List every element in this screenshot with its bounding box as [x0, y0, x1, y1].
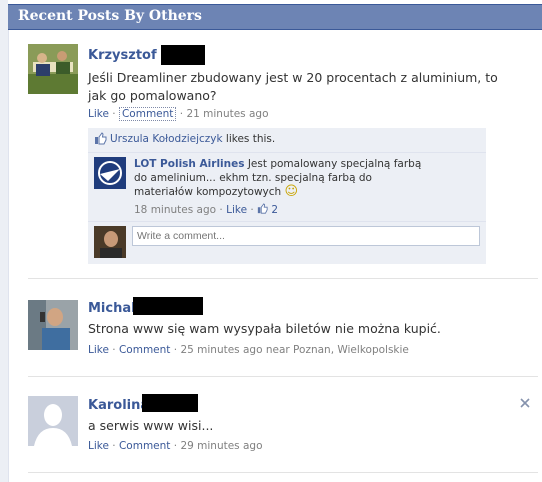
redaction-bar — [142, 394, 198, 412]
avatar[interactable] — [28, 300, 78, 350]
post-divider — [28, 472, 538, 473]
post-message: a serwis www wisi... — [88, 418, 214, 433]
smiley-icon: ☺ — [284, 184, 299, 199]
like-link[interactable]: Like — [88, 344, 109, 356]
post-timestamp: 29 minutes ago — [180, 440, 263, 452]
reply-like-count[interactable]: 2 — [271, 204, 278, 216]
post-message: Strona www się wam wysypała biletów nie … — [88, 321, 441, 336]
reply-body: LOT Polish Airlines Jest pomalowany spec… — [134, 157, 434, 199]
post-karolina: Karolina a serwis www wisi... Like · Com… — [8, 376, 542, 476]
post-timestamp: 25 minutes ago near Poznan, Wielkopolski… — [180, 344, 409, 356]
post-timestamp: 21 minutes ago — [186, 108, 269, 120]
viewer-avatar — [94, 226, 126, 258]
liker-name[interactable]: Urszula Kołodziejczyk — [110, 133, 223, 145]
thumbs-up-icon — [95, 132, 107, 145]
redaction-bar — [133, 297, 203, 315]
write-comment-row — [88, 222, 486, 262]
reply-meta: 18 minutes ago · Like · 2 — [134, 203, 279, 216]
author-name[interactable]: Karolina — [88, 398, 149, 413]
comment-reply: LOT Polish Airlines Jest pomalowany spec… — [88, 153, 486, 222]
reply-timestamp: 18 minutes ago — [134, 204, 217, 216]
author-name[interactable]: Krzysztof — [88, 48, 157, 63]
like-link[interactable]: Like — [88, 108, 109, 120]
close-icon[interactable] — [520, 396, 530, 412]
likes-row: Urszula Kołodziejczyk likes this. — [88, 128, 486, 153]
post-krzysztof: Krzysztof Jeśli Dreamliner zbudowany jes… — [8, 0, 542, 280]
avatar[interactable] — [28, 44, 78, 94]
comment-link[interactable]: Comment — [119, 440, 170, 452]
post-michal: Michal Strona www się wam wysypała bilet… — [8, 280, 542, 377]
feedback-box: Urszula Kołodziejczyk likes this. LOT Po… — [88, 128, 486, 264]
comment-input[interactable] — [132, 226, 480, 246]
post-actions: Like · Comment · 29 minutes ago — [88, 440, 263, 452]
comment-link[interactable]: Comment — [118, 107, 177, 121]
reply-author[interactable]: LOT Polish Airlines — [134, 158, 245, 170]
separator: · — [112, 108, 119, 120]
comment-link[interactable]: Comment — [119, 344, 170, 356]
redaction-bar — [161, 45, 205, 65]
avatar[interactable] — [28, 396, 78, 446]
post-message: Jeśli Dreamliner zbudowany jest w 20 pro… — [88, 70, 498, 103]
post-actions: Like · Comment · 21 minutes ago — [88, 107, 269, 121]
lot-logo-avatar[interactable] — [94, 157, 126, 189]
author-name[interactable]: Michal — [88, 301, 136, 316]
like-link[interactable]: Like — [88, 440, 109, 452]
likes-text: Urszula Kołodziejczyk likes this. — [110, 133, 276, 145]
reply-like-link[interactable]: Like — [226, 204, 247, 216]
thumbs-up-icon — [257, 203, 268, 214]
post-actions: Like · Comment · 25 minutes ago near Poz… — [88, 344, 409, 356]
post-divider — [28, 278, 538, 279]
